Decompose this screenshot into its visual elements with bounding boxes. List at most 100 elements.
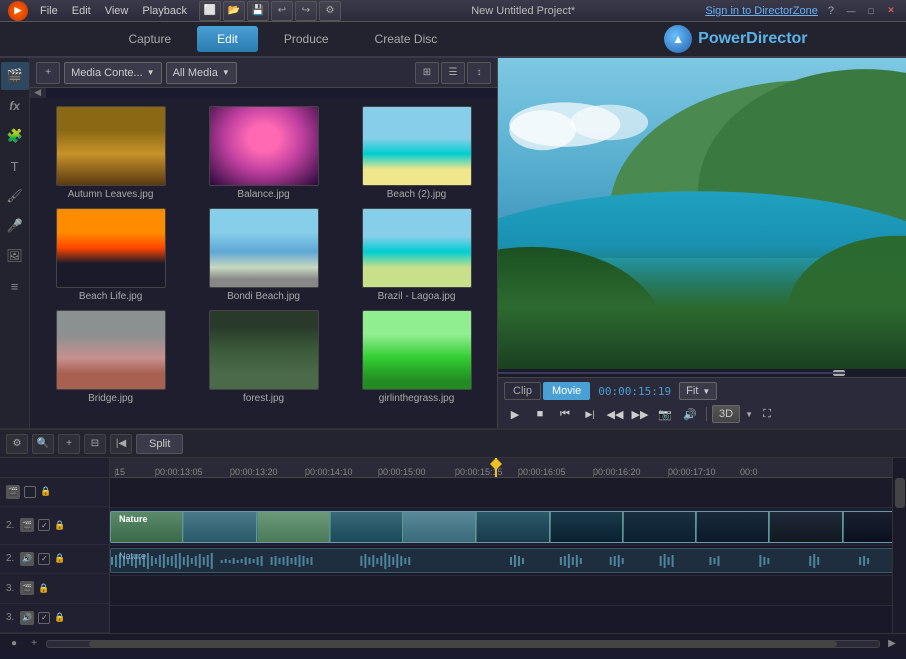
minimize-btn[interactable]: — [844, 4, 858, 18]
tab-produce[interactable]: Produce [264, 26, 349, 52]
split-button[interactable]: Split [136, 434, 183, 454]
video-clip-nature[interactable]: Nature [110, 511, 892, 543]
track-1-check[interactable] [24, 486, 36, 498]
menu-view[interactable]: View [105, 5, 129, 17]
track-labels: 🎬 🔒 2. 🎬 ✓ 🔒 2. 🔊 ✓ 🔒 3. 🎬 [0, 458, 110, 633]
sort-btn[interactable]: ↕ [467, 62, 491, 84]
tl-zoom-out-btn[interactable]: 🔍 [32, 434, 54, 454]
track-3-audio-content [110, 606, 892, 633]
rewind-btn[interactable]: ◀◀ [604, 404, 626, 424]
track-2-check[interactable]: ✓ [38, 519, 50, 531]
media-item[interactable]: Bondi Beach.jpg [191, 208, 336, 302]
track-2-icon: 🎬 [20, 518, 34, 532]
media-item[interactable]: Brazil - Lagoa.jpg [344, 208, 489, 302]
next-frame-btn[interactable]: ▶| [579, 404, 601, 424]
track-1-lock[interactable]: 🔒 [40, 486, 51, 497]
clip-toggle-btn[interactable]: Clip [504, 382, 541, 400]
prev-frame-btn[interactable]: ⏮ [554, 404, 576, 424]
ruler-mark-1305: 00:00:13:05 [155, 467, 203, 477]
menu-edit[interactable]: Edit [72, 5, 91, 17]
track-3-audio-check[interactable]: ✓ [38, 612, 50, 624]
fit-label: Fit [686, 385, 698, 397]
track-3-lock[interactable]: 🔒 [38, 583, 49, 594]
media-item[interactable]: Bridge.jpg [38, 310, 183, 404]
sidebar-mic-icon[interactable]: 🎤 [1, 212, 29, 240]
sign-in-link[interactable]: Sign in to DirectorZone [705, 5, 818, 17]
horizontal-scrollbar[interactable] [46, 640, 880, 648]
maximize-btn[interactable]: □ [864, 4, 878, 18]
bottom-plus-btn[interactable]: + [26, 636, 42, 652]
audio-btn[interactable]: 🔊 [679, 404, 701, 424]
movie-toggle-btn[interactable]: Movie [543, 382, 590, 400]
scrollbar-thumb-v[interactable] [895, 478, 905, 508]
media-grid-container[interactable]: Autumn Leaves.jpg Balance.jpg Beach (2).… [30, 98, 497, 428]
close-btn[interactable]: ✕ [884, 4, 898, 18]
project-title: New Untitled Project* [471, 5, 575, 17]
track-2-audio-check[interactable]: ✓ [38, 553, 50, 565]
track-label-1: 🎬 🔒 [0, 478, 109, 508]
tl-zoom-in-btn[interactable]: + [58, 434, 80, 454]
h-scrollbar-thumb[interactable] [89, 641, 838, 647]
audio-clip-nature[interactable]: Nature [110, 548, 892, 573]
media-content-dropdown[interactable]: Media Conte... ▼ [64, 62, 161, 84]
timeline-content[interactable]: 15 00:00:13:05 00:00:13:20 00:00:14:10 0… [110, 458, 892, 633]
toolbar-new-btn[interactable]: ⬜ [199, 1, 221, 21]
media-label-autumn: Autumn Leaves.jpg [68, 189, 154, 200]
three-d-btn[interactable]: 3D [712, 405, 740, 423]
media-item[interactable]: forest.jpg [191, 310, 336, 404]
tab-capture[interactable]: Capture [108, 26, 191, 52]
track-2-audio-lock[interactable]: 🔒 [54, 553, 65, 564]
toolbar-open-btn[interactable]: 📂 [223, 1, 245, 21]
media-item[interactable]: Autumn Leaves.jpg [38, 106, 183, 200]
sidebar-photo-icon[interactable]: 🖼 [1, 242, 29, 270]
toolbar-settings-btn[interactable]: ⚙ [319, 1, 341, 21]
window-controls: — □ ✕ [844, 4, 898, 18]
snapshot-btn[interactable]: 📷 [654, 404, 676, 424]
media-item[interactable]: Balance.jpg [191, 106, 336, 200]
timeline-scrollbar-v[interactable] [892, 458, 906, 633]
playhead[interactable] [495, 458, 497, 478]
fast-forward-btn[interactable]: ▶▶ [629, 404, 651, 424]
media-item[interactable]: Beach (2).jpg [344, 106, 489, 200]
tl-settings-btn[interactable]: ⚙ [6, 434, 28, 454]
media-thumb-brazil [362, 208, 472, 288]
ctrl-separator [706, 407, 707, 421]
tl-fit-btn[interactable]: ⊟ [84, 434, 106, 454]
media-item[interactable]: Beach Life.jpg [38, 208, 183, 302]
menu-playback[interactable]: Playback [142, 5, 187, 17]
toolbar-redo-btn[interactable]: ↪ [295, 1, 317, 21]
stop-btn[interactable]: ■ [529, 404, 551, 424]
sidebar-chapter-icon[interactable]: ≡ [1, 272, 29, 300]
grid-view-btn[interactable]: ⊞ [415, 62, 439, 84]
all-media-dropdown[interactable]: All Media ▼ [166, 62, 237, 84]
bottom-arrow-right[interactable]: ▶ [884, 636, 900, 652]
track-2-audio-icon: 🔊 [20, 552, 34, 566]
toolbar-save-btn[interactable]: 💾 [247, 1, 269, 21]
fit-dropdown[interactable]: Fit ▼ [679, 382, 717, 400]
ruler-mark-1410: 00:00:14:10 [305, 467, 353, 477]
sidebar-paint-icon[interactable]: 🖌 [1, 182, 29, 210]
sidebar-media-icon[interactable]: 🎬 [1, 62, 29, 90]
menu-file[interactable]: File [40, 5, 58, 17]
bottom-circle-btn[interactable]: ● [6, 636, 22, 652]
preview-slider[interactable] [498, 369, 906, 377]
track-2-lock[interactable]: 🔒 [54, 520, 65, 531]
ruler-line [668, 469, 669, 477]
toolbar-undo-btn[interactable]: ↩ [271, 1, 293, 21]
tab-create-disc[interactable]: Create Disc [355, 26, 458, 52]
sidebar-fx-icon[interactable]: fx [1, 92, 29, 120]
help-icon[interactable]: ? [828, 5, 834, 17]
media-item[interactable]: girlinthegrass.jpg [344, 310, 489, 404]
ruler-mark-1500: 00:00:15:00 [378, 467, 426, 477]
sidebar-puzzle-icon[interactable]: 🧩 [1, 122, 29, 150]
tab-edit[interactable]: Edit [197, 26, 258, 52]
import-btn[interactable]: + [36, 62, 60, 84]
sidebar-title-icon[interactable]: T [1, 152, 29, 180]
sidebar-collapse-btn[interactable]: ◀ [30, 88, 46, 98]
track-3-audio-lock[interactable]: 🔒 [54, 612, 65, 623]
play-btn[interactable]: ▶ [504, 404, 526, 424]
list-view-btn[interactable]: ☰ [441, 62, 465, 84]
tl-prev-btn[interactable]: |◀ [110, 434, 132, 454]
fullscreen-btn[interactable]: ⛶ [756, 404, 778, 424]
timeline-toolbar: ⚙ 🔍 + ⊟ |◀ Split [0, 430, 906, 458]
